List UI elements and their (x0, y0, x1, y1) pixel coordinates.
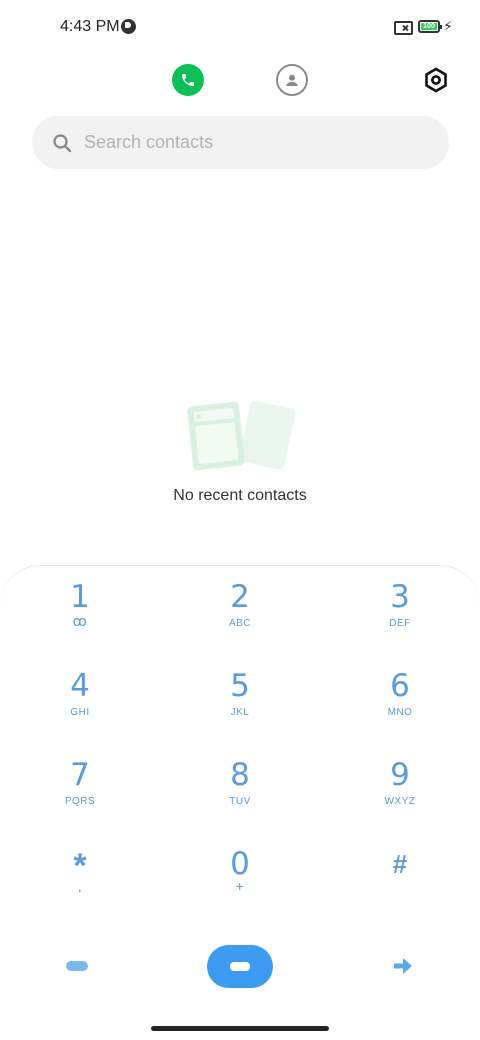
key-letters: PQRS (64, 796, 96, 807)
key-digit: 7 (70, 757, 90, 793)
status-time: 4:43 PM (60, 18, 120, 35)
key-digit: 8 (230, 757, 250, 793)
key-letters: JKL (230, 707, 250, 718)
key-4[interactable]: 4 GHI (15, 655, 145, 735)
settings-button[interactable] (422, 66, 450, 94)
forward-arrow-icon[interactable] (391, 954, 415, 978)
contacts-tab[interactable] (276, 64, 308, 96)
key-letters: , (77, 878, 83, 894)
phone-icon (182, 74, 194, 86)
key-star[interactable]: * , (15, 833, 145, 913)
key-8[interactable]: 8 TUV (175, 744, 305, 824)
empty-contacts-illustration (187, 401, 296, 471)
key-digit: 9 (390, 757, 410, 793)
key-2[interactable]: 2 ABC (175, 566, 305, 646)
app-notification-icon (121, 19, 136, 34)
top-nav (0, 64, 480, 96)
contacts-icon (286, 74, 298, 86)
key-digit: 3 (390, 579, 410, 615)
home-indicator[interactable] (151, 1026, 329, 1031)
key-digit: 0 (230, 846, 250, 882)
key-0[interactable]: 0 + (175, 833, 305, 913)
key-5[interactable]: 5 JKL (175, 655, 305, 735)
key-letters: TUV (229, 796, 251, 807)
key-digit: 5 (230, 668, 250, 704)
key-1[interactable]: 1 ꝏ (15, 566, 145, 646)
key-digit: 6 (390, 668, 410, 704)
key-digit: 4 (70, 668, 90, 704)
key-hash[interactable]: # (335, 833, 465, 913)
search-input[interactable] (84, 132, 404, 153)
status-bar: 4:43 PM 100 ⚡ (0, 0, 480, 56)
search-bar[interactable] (32, 116, 449, 169)
empty-state-message: No recent contacts (173, 487, 307, 504)
collapse-dialpad-button[interactable] (66, 961, 88, 971)
phone-tab[interactable] (172, 64, 204, 96)
key-3[interactable]: 3 DEF (335, 566, 465, 646)
key-7[interactable]: 7 PQRS (15, 744, 145, 824)
search-icon (51, 132, 73, 154)
call-icon (230, 962, 250, 971)
charging-icon: ⚡ (443, 18, 453, 34)
key-digit: # (392, 849, 408, 879)
voicemail-icon: ꝏ (72, 613, 88, 629)
key-letters: WXYZ (384, 796, 416, 807)
call-button[interactable] (207, 945, 273, 988)
key-digit: 1 (70, 579, 90, 615)
key-9[interactable]: 9 WXYZ (335, 744, 465, 824)
battery-icon: 100 (418, 20, 442, 33)
key-letters: + (235, 878, 245, 894)
battery-level: 100 (421, 23, 437, 30)
key-letters: MNO (387, 707, 413, 718)
key-6[interactable]: 6 MNO (335, 655, 465, 735)
key-letters: ABC (228, 618, 252, 629)
key-letters: DEF (389, 618, 411, 629)
key-digit: 2 (230, 579, 250, 615)
key-letters: GHI (70, 707, 90, 718)
no-sim-icon (394, 21, 413, 35)
settings-icon (425, 67, 447, 93)
